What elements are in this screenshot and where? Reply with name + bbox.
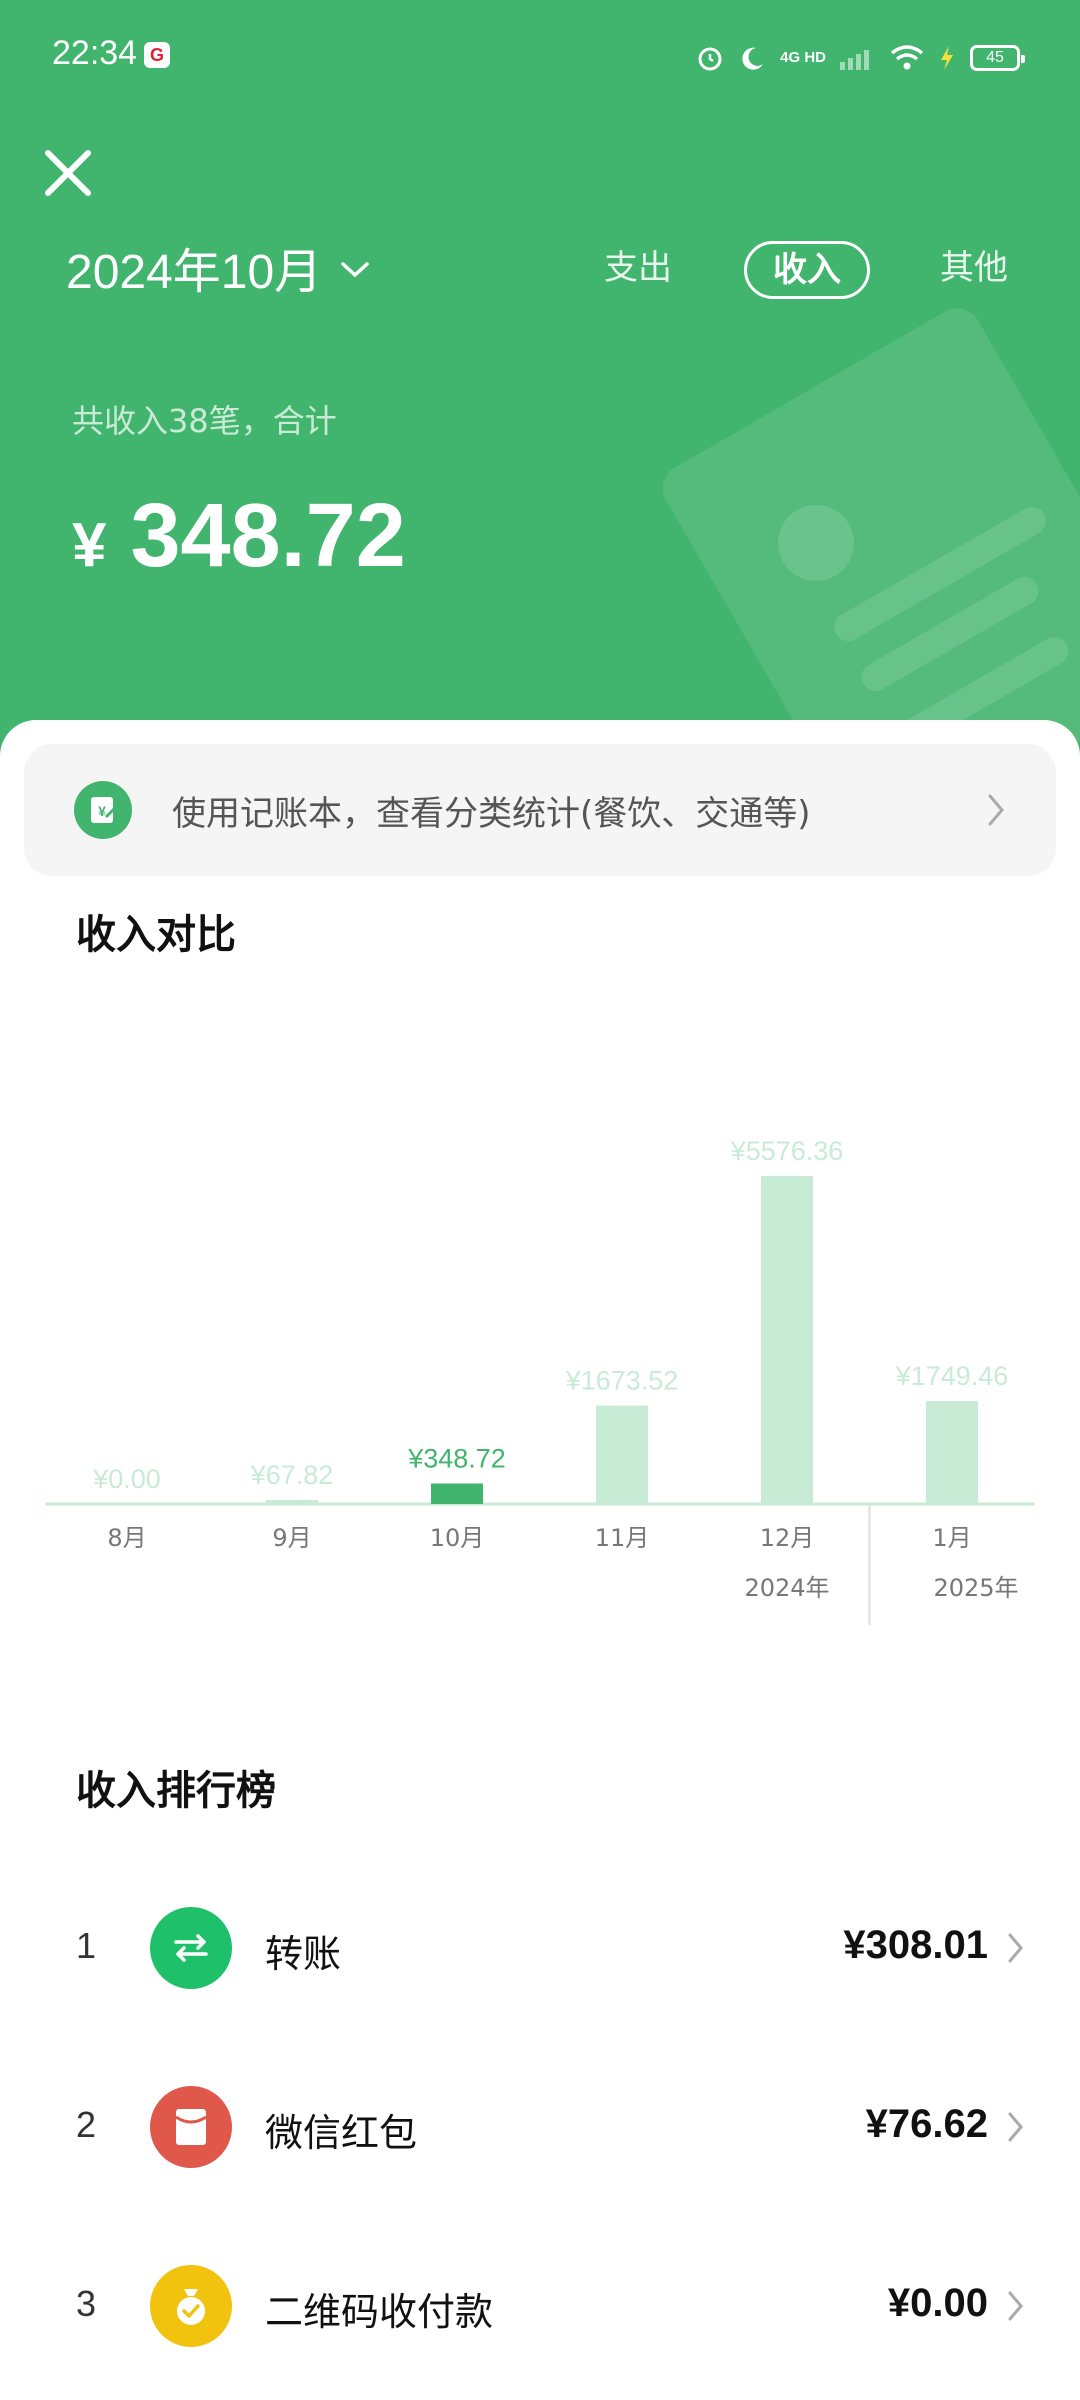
rank-name: 转账 <box>265 1932 342 1976</box>
chart-bar[interactable] <box>761 1176 813 1504</box>
money-bag-icon <box>150 2265 232 2347</box>
rank-name: 微信红包 <box>265 2111 418 2155</box>
chevron-right-icon <box>1008 2291 1023 2321</box>
chart-bar[interactable] <box>431 1483 483 1504</box>
ranking-title: 收入排行榜 <box>76 1768 276 1814</box>
tab-other[interactable]: 其他 <box>940 240 1008 289</box>
header: 22:34 G 4G HD 45 2024年10月 支出 收入 其他 共收入38… <box>0 0 1080 760</box>
chart-bar[interactable] <box>596 1405 648 1504</box>
ledger-banner-text: 使用记账本，查看分类统计(餐饮、交通等) <box>172 793 811 834</box>
status-bar: 22:34 G 4G HD 45 <box>0 0 1080 110</box>
chevron-right-icon <box>1008 2112 1023 2142</box>
status-time: 22:34 <box>52 34 138 72</box>
currency-symbol: ¥ <box>72 511 107 580</box>
decoration-circle <box>778 505 854 581</box>
category-label: 12月 <box>760 1524 815 1552</box>
total-amount: ¥ 348.72 <box>72 485 406 588</box>
tab-expense[interactable]: 支出 <box>604 240 672 289</box>
year-label: 2025年 <box>933 1574 1018 1602</box>
month-label: 2024年10月 <box>66 246 323 299</box>
alarm-icon <box>698 47 722 71</box>
transfer-icon <box>150 1907 232 1989</box>
svg-text:¥: ¥ <box>98 803 106 819</box>
battery-indicator: 45 <box>970 45 1025 71</box>
ledger-book-icon: ¥ <box>74 781 132 839</box>
year-label: 2024年 <box>744 1574 829 1602</box>
signal-icon <box>840 50 869 70</box>
moon-icon <box>742 47 764 70</box>
ledger-banner[interactable]: ¥ 使用记账本，查看分类统计(餐饮、交通等) <box>24 744 1056 876</box>
chart-bar[interactable] <box>926 1401 978 1504</box>
status-icons: 4G HD 45 <box>696 38 1025 78</box>
ranking-row[interactable]: 1 转账 ¥308.01 <box>0 1887 1080 2007</box>
category-label: 9月 <box>272 1524 311 1552</box>
month-selector[interactable]: 2024年10月 <box>66 232 370 302</box>
ranking-row[interactable]: 3 二维码收付款 ¥0.00 <box>0 2245 1080 2365</box>
bar-value-label: ¥67.82 <box>250 1460 334 1490</box>
summary-label: 共收入38笔，合计 <box>72 402 337 440</box>
bar-value-label: ¥5576.36 <box>730 1136 844 1166</box>
bar-value-label: ¥1673.52 <box>565 1366 679 1396</box>
rank-number: 2 <box>76 2104 97 2145</box>
total-amount-value: 348.72 <box>130 486 406 586</box>
bar-value-label: ¥1749.46 <box>895 1361 1009 1391</box>
category-label: 11月 <box>595 1524 650 1552</box>
chevron-down-icon <box>341 262 369 278</box>
tab-income[interactable]: 收入 <box>744 241 870 299</box>
rank-amount: ¥0.00 <box>887 2281 988 2325</box>
income-comparison-chart: ¥0.00 8月 ¥67.82 9月 ¥348.72 10月 ¥1673.52 11月 ¥557… <box>45 1136 1035 1625</box>
rank-amount: ¥76.62 <box>865 2102 988 2146</box>
app-notification-icon: G <box>144 42 170 68</box>
comparison-title: 收入对比 <box>76 912 236 958</box>
battery-level: 45 <box>986 49 1004 66</box>
chevron-right-icon <box>1008 1933 1023 1963</box>
chevron-right-icon <box>988 794 1004 826</box>
close-icon[interactable] <box>40 145 96 201</box>
rank-number: 3 <box>76 2283 97 2324</box>
bar-value-label: ¥0.00 <box>92 1464 161 1494</box>
ranking-row[interactable]: 2 微信红包 ¥76.62 <box>0 2066 1080 2186</box>
rank-number: 1 <box>76 1925 97 1966</box>
rank-name: 二维码收付款 <box>265 2290 494 2334</box>
charging-icon <box>941 46 953 70</box>
chart-bar[interactable] <box>266 1500 318 1504</box>
category-label: 10月 <box>430 1524 485 1552</box>
network-type: 4G HD <box>780 49 826 66</box>
rank-amount: ¥308.01 <box>843 1923 988 1967</box>
wifi-icon <box>890 45 924 70</box>
category-label: 8月 <box>107 1524 146 1552</box>
bar-value-label: ¥348.72 <box>407 1443 506 1473</box>
category-label: 1月 <box>932 1524 971 1552</box>
red-packet-icon <box>150 2086 232 2168</box>
